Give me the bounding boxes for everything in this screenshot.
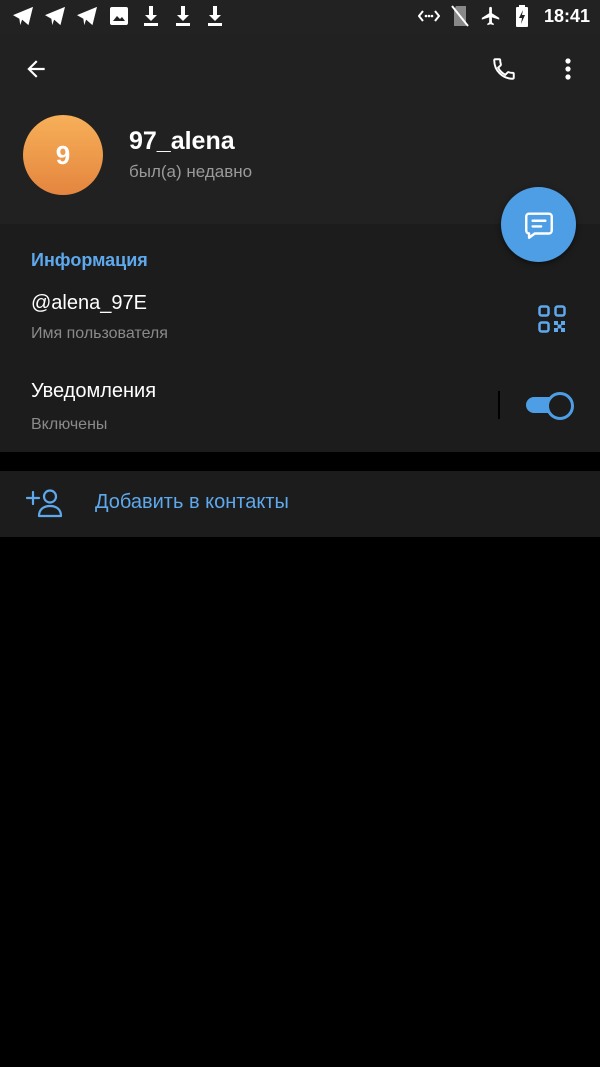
more-options-button[interactable] [544, 45, 592, 93]
telegram-icon [76, 5, 98, 27]
download-icon [140, 5, 162, 27]
avatar[interactable]: 9 [23, 115, 103, 195]
download-icon [204, 5, 226, 27]
phone-icon [493, 58, 515, 80]
username-label: Имя пользователя [31, 325, 168, 342]
back-button[interactable] [12, 45, 60, 93]
data-saver-icon [417, 5, 440, 27]
qr-code-icon [538, 305, 566, 333]
more-vert-icon [565, 58, 571, 80]
telegram-icon [12, 5, 34, 27]
download-icon [172, 5, 194, 27]
notifications-title[interactable]: Уведомления [31, 380, 156, 403]
last-seen-status: был(а) недавно [129, 162, 253, 181]
username-value[interactable]: @alena_97E [31, 292, 147, 315]
divider [498, 391, 500, 419]
section-title-info: Информация [31, 250, 148, 270]
airplane-icon [480, 5, 502, 27]
profile-name: 97_alena [129, 127, 235, 155]
image-icon [108, 5, 130, 27]
add-person-icon [24, 485, 64, 521]
call-button[interactable] [480, 45, 528, 93]
add-contact-label[interactable]: Добавить в контакты [95, 491, 289, 514]
back-arrow-icon [27, 60, 45, 78]
notifications-state: Включены [31, 416, 108, 433]
add-contact-row[interactable] [0, 471, 600, 537]
no-sim-icon [449, 5, 471, 27]
battery-charging-icon [511, 5, 533, 27]
status-time: 18:41 [543, 5, 590, 26]
telegram-icon [44, 5, 66, 27]
notifications-toggle[interactable] [526, 392, 574, 420]
qr-code-button[interactable] [535, 302, 569, 336]
toggle-knob [546, 392, 574, 420]
message-icon [524, 211, 553, 239]
send-message-button[interactable] [501, 187, 576, 262]
status-bar: 18:41 [0, 0, 600, 34]
